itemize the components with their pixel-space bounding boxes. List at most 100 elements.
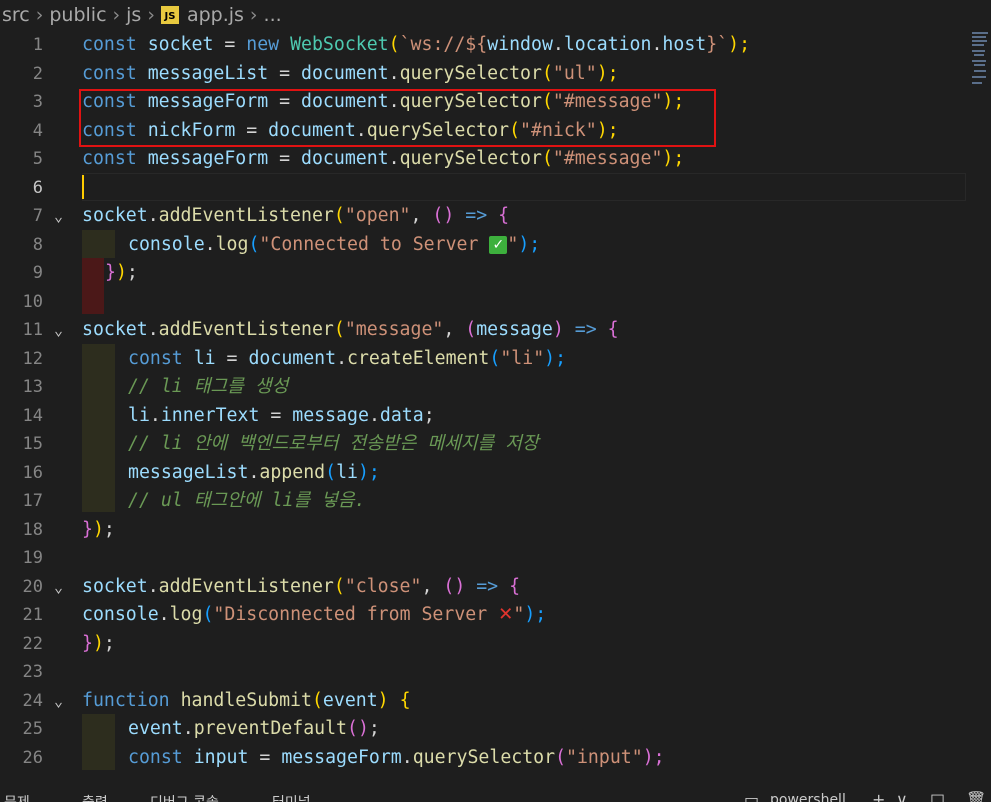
token: => xyxy=(465,575,510,597)
token: "close" xyxy=(344,575,422,597)
chevron-down-icon[interactable]: ⌄ xyxy=(54,202,74,230)
code-line[interactable]: }); xyxy=(82,630,115,658)
token: innerText xyxy=(160,404,260,426)
chevron-down-icon[interactable]: ⌄ xyxy=(54,316,74,344)
token: = xyxy=(215,347,249,369)
breadcrumb-public[interactable]: public xyxy=(49,4,106,26)
token: = xyxy=(213,34,247,55)
token: querySelector xyxy=(399,148,542,169)
token: } xyxy=(82,518,93,540)
token: document xyxy=(248,347,337,369)
breadcrumb-more[interactable]: ... xyxy=(264,4,282,26)
token: . xyxy=(336,347,348,369)
token: = xyxy=(268,148,302,169)
code-line[interactable]: function handleSubmit(event) { xyxy=(82,687,411,715)
code-line[interactable]: console.log("Disconnected from Server ✕"… xyxy=(82,601,546,629)
terminal-name[interactable]: powershell xyxy=(770,792,846,802)
line-number: 3 xyxy=(32,92,43,112)
line-number: 16 xyxy=(22,462,43,483)
tab-output[interactable]: 출력 xyxy=(82,792,108,802)
tab-debug-console[interactable]: 디버그 콘솔 xyxy=(150,792,219,802)
indent-guide xyxy=(82,456,115,484)
token: const xyxy=(128,746,183,768)
chevron-down-icon[interactable]: ⌄ xyxy=(54,687,74,715)
chevron-down-icon[interactable]: ⌄ xyxy=(54,573,74,601)
tab-problems[interactable]: 문제 xyxy=(4,792,30,802)
token: } xyxy=(105,262,116,283)
chevron-down-icon[interactable]: ∨ xyxy=(896,790,908,802)
token: ( xyxy=(555,746,567,768)
code-line[interactable]: socket.addEventListener("open", () => { xyxy=(82,202,509,230)
line-number: 9 xyxy=(32,263,43,283)
code-comment[interactable]: // li 안에 백엔드로부터 전송받은 메세지를 저장 xyxy=(128,430,539,458)
javascript-file-icon: JS xyxy=(160,6,179,24)
code-line[interactable]: li.innerText = message.data; xyxy=(128,402,435,430)
token: ( xyxy=(325,461,337,483)
token: const xyxy=(82,34,137,55)
code-line[interactable]: const socket = new WebSocket(`ws://${win… xyxy=(82,31,750,59)
token: li xyxy=(128,404,150,426)
split-terminal-icon[interactable]: □ xyxy=(930,790,945,802)
token: ; xyxy=(423,404,435,426)
token: function xyxy=(82,689,170,711)
line-number: 15 xyxy=(22,434,43,454)
code-line[interactable]: }); xyxy=(105,259,138,287)
token: const xyxy=(82,62,137,84)
highlight-box xyxy=(79,89,716,147)
code-line[interactable]: socket.addEventListener("close", () => { xyxy=(82,573,520,601)
token: () xyxy=(347,718,369,739)
token: "input" xyxy=(566,746,643,768)
code-line[interactable]: messageList.append(li); xyxy=(128,459,380,487)
indent-guide xyxy=(82,484,115,512)
breadcrumb-js[interactable]: js xyxy=(126,4,141,26)
chevron-right-icon: › xyxy=(147,4,155,26)
token: => xyxy=(454,205,499,226)
code-line[interactable]: const messageList = document.querySelect… xyxy=(82,60,619,88)
indent-guide xyxy=(82,344,115,372)
tab-terminal[interactable]: 터미널 xyxy=(272,792,311,802)
token: . xyxy=(182,718,194,739)
token: . xyxy=(149,404,161,426)
token: log xyxy=(169,604,203,625)
code-line[interactable]: }); xyxy=(82,516,115,544)
token: "message" xyxy=(344,319,444,340)
plus-icon[interactable]: + xyxy=(872,790,885,802)
code-line[interactable]: socket.addEventListener("message", (mess… xyxy=(82,316,619,344)
token: handleSubmit xyxy=(180,689,312,711)
check-mark-icon: ✓ xyxy=(489,235,508,254)
code-comment[interactable]: // li 태그를 생성 xyxy=(128,373,288,401)
indent-guide xyxy=(82,400,115,428)
breadcrumb-file[interactable]: app.js xyxy=(187,4,244,26)
code-line[interactable]: console.log("Connected to Server ✓ "); xyxy=(128,231,540,259)
token: . xyxy=(248,461,260,483)
code-line[interactable]: const li = document.createElement("li"); xyxy=(128,345,566,373)
token: ) xyxy=(92,518,104,540)
terminal-icon: ▭ xyxy=(744,790,760,802)
panel-tab-bar: 문제 출력 디버그 콘솔 터미널 ▭ powershell + ∨ □ 🗑 xyxy=(0,788,991,802)
token: . xyxy=(147,319,159,340)
token: event xyxy=(128,718,183,739)
token: WebSocket xyxy=(290,34,389,55)
minimap[interactable] xyxy=(969,30,991,90)
token: addEventListener xyxy=(158,205,334,226)
code-line[interactable]: event.preventDefault(); xyxy=(128,715,380,743)
trash-icon[interactable]: 🗑 xyxy=(966,790,986,802)
code-comment[interactable]: // ul 태그안에 li를 넣음. xyxy=(128,487,366,515)
current-line-highlight xyxy=(82,173,966,201)
token: => xyxy=(563,319,608,340)
token: document xyxy=(301,62,389,84)
code-line[interactable]: const messageForm = document.querySelect… xyxy=(82,145,684,173)
indent-guide xyxy=(82,372,115,400)
token: "li" xyxy=(500,347,545,369)
line-number: 20 xyxy=(22,576,43,597)
indent-guide-error xyxy=(82,258,104,286)
token: }` xyxy=(706,34,729,55)
code-line[interactable]: const input = messageForm.querySelector(… xyxy=(128,744,665,772)
token: ( xyxy=(388,34,400,55)
token: messageForm xyxy=(281,746,402,768)
breadcrumb-src[interactable]: src xyxy=(2,4,30,26)
